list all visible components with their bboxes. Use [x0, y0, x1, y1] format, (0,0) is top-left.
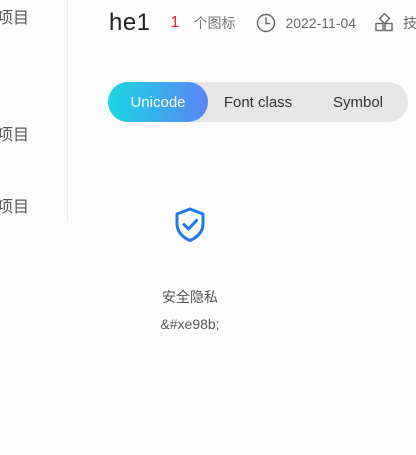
sidebar-item-project-3[interactable]: 项目: [0, 198, 29, 218]
tab-unicode[interactable]: Unicode: [108, 82, 208, 122]
project-header: he1 1 个图标 2022-11-04 技: [109, 6, 416, 40]
sidebar: 项目 项目 项目: [0, 0, 68, 222]
grid-icon[interactable]: [374, 13, 394, 33]
icon-count: 1: [170, 14, 180, 31]
icon-name: 安全隐私: [162, 289, 218, 305]
page: 项目 项目 项目 he1 1 个图标 2022-11-04 技 Unicode …: [0, 0, 416, 455]
header-cut-text[interactable]: 技: [403, 13, 416, 33]
update-date: 2022-11-04: [285, 15, 357, 31]
icon-unicode: &#xe98b;: [160, 316, 220, 332]
sidebar-item-project-1[interactable]: 项目: [0, 9, 29, 29]
clock-icon: [256, 13, 276, 33]
sidebar-item-project-2[interactable]: 项目: [0, 126, 29, 146]
tab-symbol[interactable]: Symbol: [308, 82, 408, 122]
shield-check-icon: [171, 205, 209, 245]
view-mode-tabs: Unicode Font class Symbol: [108, 82, 408, 122]
icon-count-unit: 个图标: [193, 15, 236, 31]
project-title: he1: [109, 9, 151, 36]
icon-card[interactable]: 安全隐私 &#xe98b;: [130, 205, 250, 345]
tab-font-class[interactable]: Font class: [208, 82, 308, 122]
